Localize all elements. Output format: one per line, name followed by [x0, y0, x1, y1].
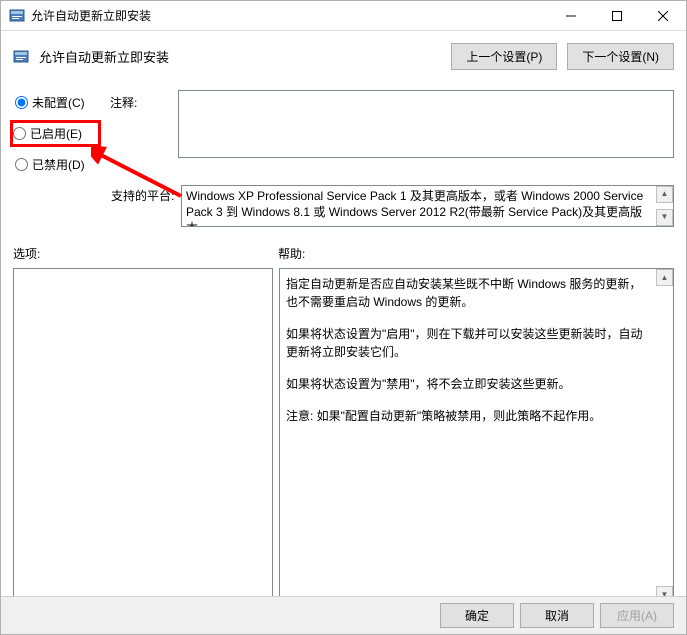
- minimize-button[interactable]: [548, 1, 594, 30]
- close-button[interactable]: [640, 1, 686, 30]
- next-setting-button[interactable]: 下一个设置(N): [567, 43, 674, 70]
- comment-input[interactable]: [178, 90, 674, 158]
- options-label: 选项:: [13, 245, 278, 262]
- platform-text: Windows XP Professional Service Pack 1 及…: [181, 185, 674, 227]
- prev-setting-button[interactable]: 上一个设置(P): [451, 43, 557, 70]
- platform-label: 支持的平台:: [111, 185, 173, 227]
- help-paragraph: 如果将状态设置为"禁用"，将不会立即安装这些更新。: [286, 375, 653, 393]
- help-panel: 指定自动更新是否应自动安装某些既不中断 Windows 服务的更新，也不需要重启…: [279, 268, 674, 604]
- radio-disabled[interactable]: 已禁用(D): [13, 154, 98, 175]
- maximize-button[interactable]: [594, 1, 640, 30]
- cancel-button[interactable]: 取消: [520, 603, 594, 628]
- radio-not-configured[interactable]: 未配置(C): [13, 92, 98, 113]
- app-icon: [9, 8, 25, 24]
- radio-enabled-label: 已启用(E): [30, 125, 82, 142]
- policy-title: 允许自动更新立即安装: [39, 47, 441, 66]
- help-paragraph: 指定自动更新是否应自动安装某些既不中断 Windows 服务的更新，也不需要重启…: [286, 275, 653, 311]
- radio-not-configured-input[interactable]: [15, 96, 28, 109]
- help-scroll-up-button[interactable]: ▲: [656, 269, 673, 286]
- options-panel: [13, 268, 273, 604]
- radio-disabled-label: 已禁用(D): [32, 156, 85, 173]
- radio-not-configured-label: 未配置(C): [32, 94, 85, 111]
- radio-enabled-input[interactable]: [13, 127, 26, 140]
- radio-disabled-input[interactable]: [15, 158, 28, 171]
- apply-button[interactable]: 应用(A): [600, 603, 674, 628]
- help-label: 帮助:: [278, 245, 305, 262]
- window-title: 允许自动更新立即安装: [31, 7, 548, 24]
- scroll-down-button[interactable]: ▼: [656, 209, 673, 226]
- help-paragraph: 如果将状态设置为"启用"，则在下载并可以安装这些更新装时，自动更新将立即安装它们…: [286, 325, 653, 361]
- policy-icon: [13, 49, 29, 65]
- scroll-up-button[interactable]: ▲: [656, 186, 673, 203]
- help-paragraph: 注意: 如果"配置自动更新"策略被禁用，则此策略不起作用。: [286, 407, 653, 425]
- radio-enabled[interactable]: 已启用(E): [10, 120, 101, 147]
- comment-label: 注释:: [110, 90, 170, 175]
- ok-button[interactable]: 确定: [440, 603, 514, 628]
